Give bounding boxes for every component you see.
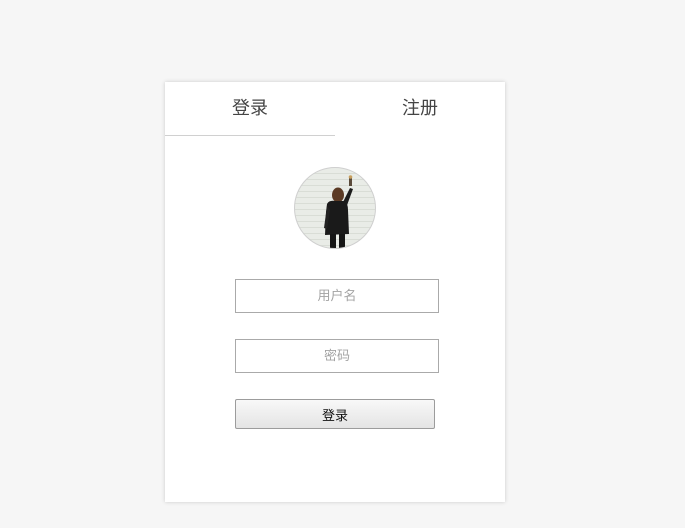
tab-bar: 登录 注册 <box>165 82 505 136</box>
password-input[interactable] <box>235 339 439 373</box>
avatar <box>294 167 376 249</box>
avatar-photo-icon <box>324 175 353 248</box>
login-button[interactable]: 登录 <box>235 399 435 429</box>
username-input[interactable] <box>235 279 439 313</box>
active-tab-indicator <box>165 135 335 136</box>
tab-register[interactable]: 注册 <box>335 82 505 136</box>
login-card: 登录 注册 登录 <box>165 82 505 502</box>
tab-login[interactable]: 登录 <box>165 82 335 136</box>
